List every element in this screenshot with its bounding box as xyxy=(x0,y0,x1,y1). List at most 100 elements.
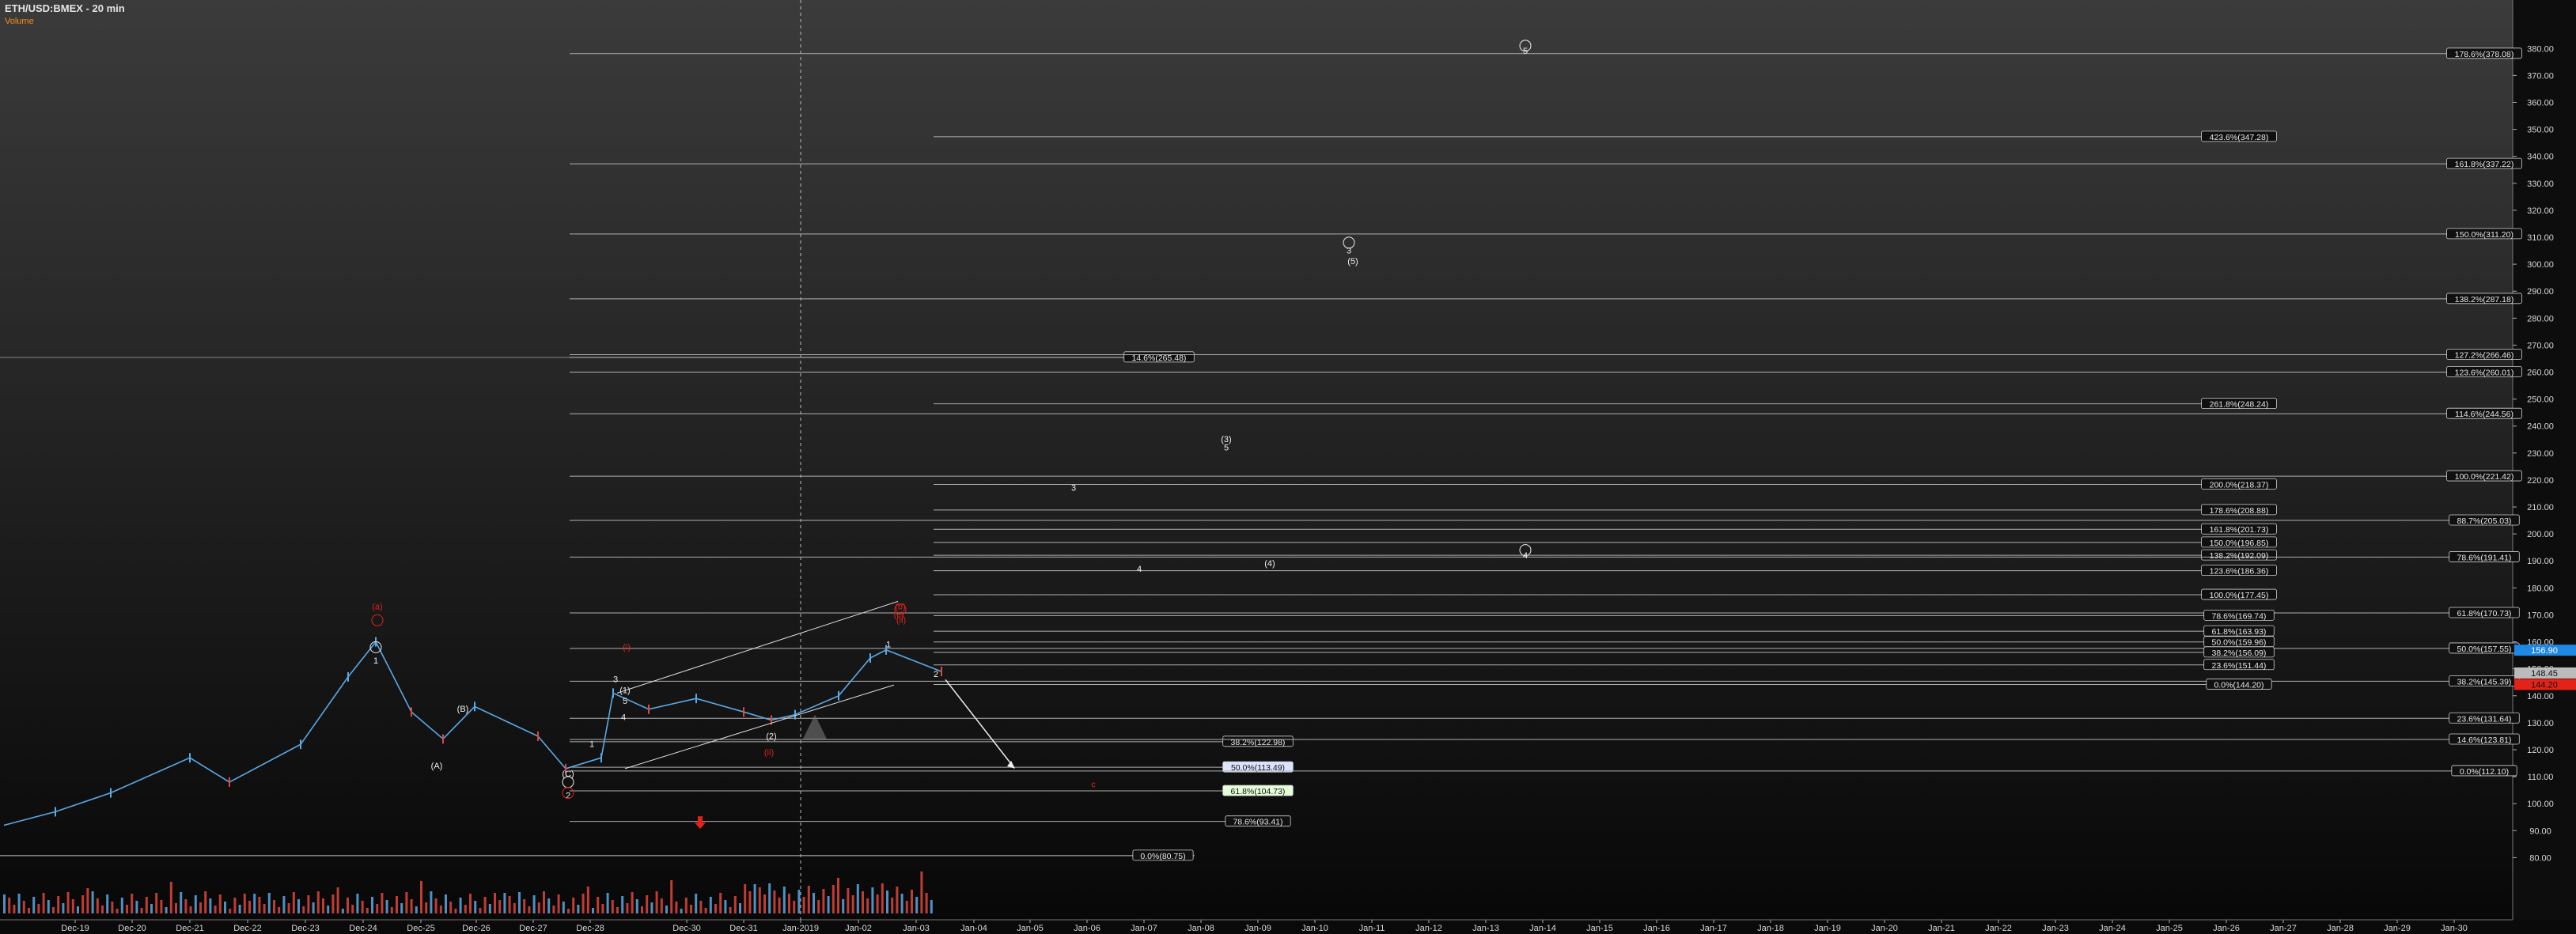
volume-bar xyxy=(410,899,413,913)
volume-bar xyxy=(106,894,109,913)
volume-bar xyxy=(807,886,810,913)
volume-bar xyxy=(248,901,251,913)
x-tick-label: Jan-12 xyxy=(1415,924,1442,933)
volume-bar xyxy=(218,894,222,913)
volume-bar xyxy=(86,888,89,913)
volume-bar xyxy=(96,898,99,913)
volume-bar xyxy=(160,900,163,913)
volume-bar xyxy=(214,906,217,913)
wave-label: c xyxy=(1091,781,1096,790)
volume-bar xyxy=(464,905,467,913)
volume-bar xyxy=(385,900,388,913)
x-tick-label: Jan-14 xyxy=(1529,924,1556,933)
fib-level-label: 123.6%(260.01) xyxy=(2455,368,2514,377)
fib-level-label: 78.6%(93.41) xyxy=(1233,818,1282,827)
volume-bar xyxy=(356,894,359,913)
chart-area[interactable]: ETH/USD:BMEX - 20 min Volume 80.00 90.00 1… xyxy=(0,0,2576,934)
chart-canvas[interactable]: 80.00 90.00 100.00 110.00 120.00 130.00 140.00… xyxy=(0,0,2576,934)
volume-bar xyxy=(322,898,324,913)
fib-level-label: 150.0%(311.20) xyxy=(2455,230,2513,240)
volume-bar xyxy=(282,896,286,913)
x-tick-label: Jan-17 xyxy=(1700,924,1727,933)
x-tick-label: Jan-18 xyxy=(1757,924,1784,933)
volume-bar xyxy=(802,897,805,913)
fib-level-label: 23.6%(131.64) xyxy=(2457,714,2512,724)
volume-bar xyxy=(405,892,408,913)
volume-bar xyxy=(635,899,638,913)
y-tick-label: 380.00 xyxy=(2527,44,2554,54)
volume-bar xyxy=(695,894,698,913)
volume-bar xyxy=(316,891,320,913)
volume-bar xyxy=(371,897,373,913)
volume-bar xyxy=(925,893,928,913)
y-tick-label: 230.00 xyxy=(2527,449,2554,459)
fib-level-label: 61.8%(170.73) xyxy=(2457,609,2512,618)
wave-label: (A) xyxy=(431,762,443,771)
volume-bar xyxy=(547,898,551,913)
x-tick-label: Jan-04 xyxy=(960,924,987,933)
volume-bar xyxy=(581,894,585,913)
trend-channel-line xyxy=(624,684,895,770)
volume-bar xyxy=(616,907,619,913)
fib-level-label: 50.0%(159.96) xyxy=(2212,638,2267,648)
time-axis xyxy=(0,920,2576,934)
volume-bar xyxy=(900,894,903,913)
volume-bar xyxy=(81,895,85,913)
volume-bar xyxy=(778,898,781,913)
volume-bar xyxy=(13,905,16,913)
volume-bar xyxy=(336,887,339,913)
volume-bar xyxy=(782,887,786,913)
wave-label: 5 xyxy=(623,697,627,706)
volume-bar xyxy=(896,887,899,913)
wave-label: (i) xyxy=(623,643,631,652)
y-tick-label: 120.00 xyxy=(2527,746,2554,755)
volume-bar xyxy=(871,887,874,913)
volume-bar xyxy=(209,898,212,913)
volume-bar xyxy=(646,895,649,913)
x-tick-label: Jan-06 xyxy=(1074,924,1100,933)
volume-bar xyxy=(71,899,74,913)
x-tick-label: Dec-26 xyxy=(462,924,490,933)
wave-label: 2 xyxy=(566,791,570,800)
volume-bar xyxy=(886,891,888,913)
wave-label: 1 xyxy=(589,740,594,750)
volume-bar xyxy=(381,893,384,913)
wave-label: (ii) xyxy=(896,616,906,626)
volume-bar xyxy=(866,898,869,913)
volume-bar xyxy=(729,907,732,913)
volume-bar xyxy=(930,900,933,913)
volume-bar xyxy=(131,894,134,913)
y-tick-label: 210.00 xyxy=(2527,503,2554,512)
volume-bar xyxy=(376,904,379,913)
volume-bar xyxy=(773,891,776,913)
fib-level-label: 200.0%(218.37) xyxy=(2210,480,2269,490)
y-tick-label: 220.00 xyxy=(2527,476,2554,486)
price-axis xyxy=(2513,0,2576,934)
volume-bar xyxy=(543,891,545,913)
x-tick-label: Jan-09 xyxy=(1244,924,1271,933)
volume-bar xyxy=(744,884,747,913)
wave-label: 4 xyxy=(621,713,626,722)
y-tick-label: 180.00 xyxy=(2527,584,2554,593)
volume-bar xyxy=(312,902,315,913)
volume-bar xyxy=(474,901,477,913)
volume-bar xyxy=(3,894,6,913)
volume-bar xyxy=(665,906,668,913)
volume-bar xyxy=(459,898,462,913)
volume-bar xyxy=(189,906,192,913)
volume-bar xyxy=(278,907,281,913)
volume-bar xyxy=(229,909,232,913)
volume-bar xyxy=(194,895,197,913)
volume-bar xyxy=(876,894,879,913)
volume-bar xyxy=(508,896,511,913)
wave-label: 1 xyxy=(373,656,378,666)
fib-level-label: 14.6%(123.81) xyxy=(2457,735,2512,745)
x-tick-label: Jan-16 xyxy=(1643,924,1670,933)
volume-bar xyxy=(42,893,45,913)
volume-bar xyxy=(155,893,158,913)
x-tick-label: Dec-22 xyxy=(233,924,261,933)
volume-bar xyxy=(204,891,207,913)
volume-bar xyxy=(606,893,609,913)
x-tick-label: Jan-03 xyxy=(903,924,930,933)
x-tick-label: Jan-21 xyxy=(1928,924,1955,933)
